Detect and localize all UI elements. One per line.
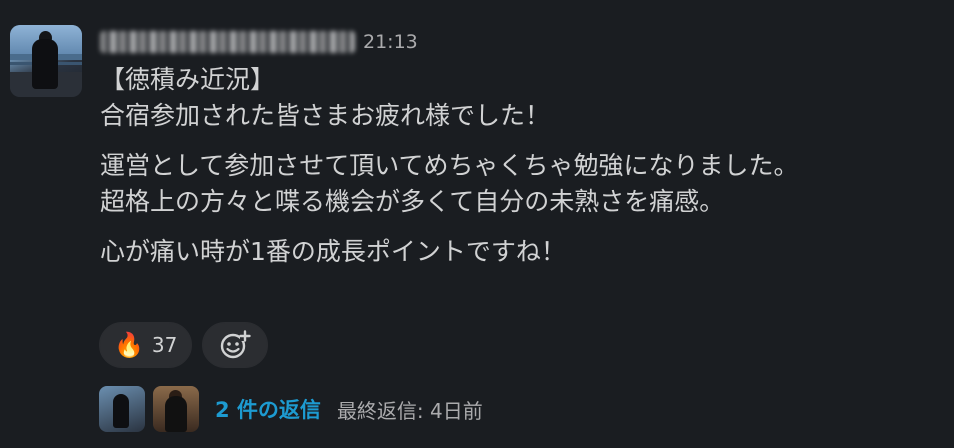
thread-summary[interactable]: 2 件の返信 最終返信: 4日前 [99, 386, 483, 432]
message-line: 【徳積み近況】 [100, 65, 276, 94]
reaction-fire[interactable]: 🔥 37 [99, 322, 193, 368]
sender-avatar[interactable] [10, 25, 82, 97]
message-timestamp[interactable]: 21:13 [363, 31, 418, 53]
reply-avatar [99, 386, 145, 432]
message-line: 運営として参加させて頂いてめちゃくちゃ勉強になりました。 [100, 151, 799, 180]
last-reply-time: 最終返信: 4日前 [336, 398, 483, 423]
reply-count-link[interactable]: 2 件の返信 [215, 394, 321, 424]
sender-name-redacted[interactable] [100, 31, 355, 53]
message: 21:13 【徳積み近況】 合宿参加された皆さまお疲れ様でした！ 運営として参加… [0, 0, 954, 448]
add-reaction-button[interactable] [202, 322, 269, 368]
reactions-bar: 🔥 37 [99, 322, 269, 368]
message-header: 21:13 [100, 27, 418, 57]
message-body: 【徳積み近況】 合宿参加された皆さまお疲れ様でした！ 運営として参加させて頂いて… [100, 62, 940, 270]
reply-avatar [153, 386, 199, 432]
fire-icon: 🔥 [114, 331, 144, 359]
message-line: 合宿参加された皆さまお疲れ様でした！ [100, 101, 551, 130]
message-line: 超格上の方々と喋る機会が多くて自分の未熟さを痛感。 [100, 187, 725, 216]
reaction-count: 37 [151, 333, 178, 357]
message-line: 心が痛い時が1番の成長ポイントですね！ [100, 237, 566, 266]
add-emoji-icon [218, 328, 252, 362]
